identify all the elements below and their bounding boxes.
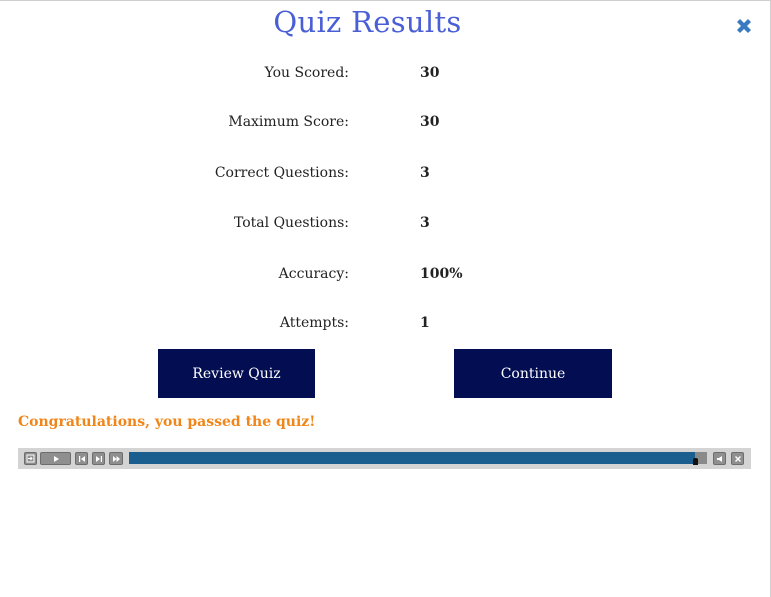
close-icon[interactable] [733,15,755,37]
review-quiz-button[interactable]: Review Quiz [158,349,315,398]
stat-value: 30 [420,114,440,130]
step-forward-icon[interactable] [92,452,105,465]
stat-label: Accuracy: [278,266,349,282]
stat-label: Correct Questions: [214,165,349,181]
continue-button[interactable]: Continue [454,349,612,398]
audio-icon[interactable] [713,452,726,465]
stat-label: Total Questions: [234,215,349,231]
progress-fill [129,452,695,464]
close-icon[interactable] [731,452,744,465]
stat-value: 3 [420,165,430,181]
play-icon[interactable] [40,452,71,465]
playback-bar [18,448,751,469]
stat-row-attempts: Attempts: 1 [0,315,771,335]
pass-message: Congratulations, you passed the quiz! [18,414,316,430]
progress-slider[interactable] [129,452,707,465]
stat-value: 1 [420,315,430,331]
stat-row-correct-questions: Correct Questions: 3 [0,165,771,185]
fast-forward-icon[interactable] [109,452,123,465]
stat-row-total-questions: Total Questions: 3 [0,215,771,235]
stat-label: Attempts: [279,315,349,331]
stat-value: 3 [420,215,430,231]
stat-row-maximum-score: Maximum Score: 30 [0,114,771,134]
stat-label: You Scored: [264,65,349,81]
progress-thumb-handle[interactable] [693,458,698,465]
stat-row-accuracy: Accuracy: 100% [0,266,771,286]
stat-value: 100% [420,266,463,282]
stat-label: Maximum Score: [228,114,349,130]
page-title: Quiz Results [273,5,462,39]
rewind-icon[interactable] [75,452,88,465]
stat-row-you-scored: You Scored: 30 [0,65,771,85]
quiz-results-page: Quiz Results You Scored: 30 Maximum Scor… [0,0,771,597]
stat-value: 30 [420,65,440,81]
exit-icon[interactable] [24,452,37,465]
